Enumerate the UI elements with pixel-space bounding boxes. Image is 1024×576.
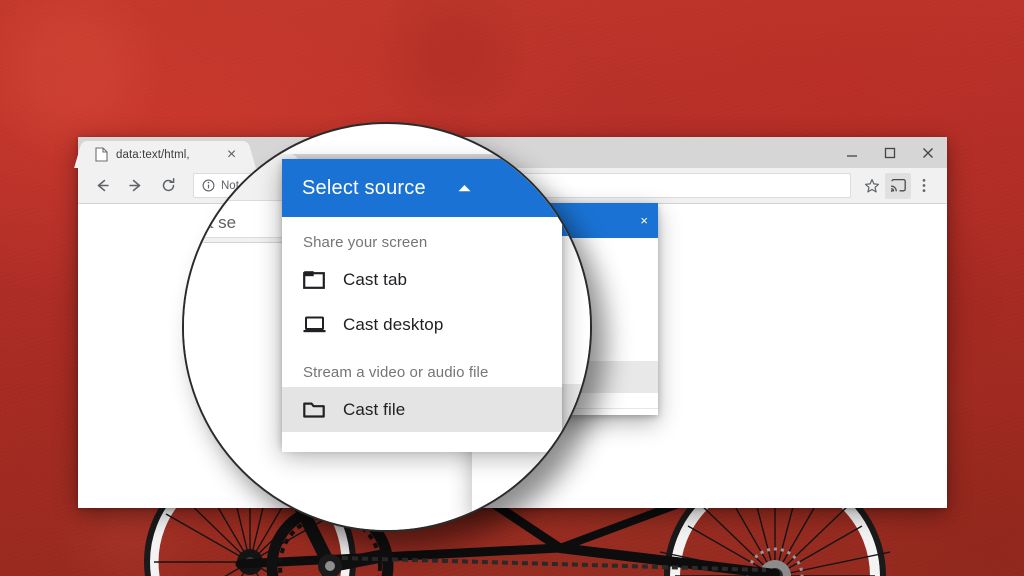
select-source-title: Select source xyxy=(302,176,426,199)
forward-arrow-icon xyxy=(128,179,140,192)
minimize-button[interactable] xyxy=(833,137,871,168)
magnifier-content: ml, × xyxy=(184,124,590,530)
star-icon xyxy=(864,178,880,192)
page-icon xyxy=(95,147,108,162)
section-label-share-your-screen: Share your screen xyxy=(303,234,428,251)
magnifier-lens: ml, × xyxy=(182,122,592,532)
menu-item-label: Cast desktop xyxy=(343,314,444,334)
maximize-icon xyxy=(884,147,896,158)
close-window-button[interactable] xyxy=(909,137,947,168)
reload-icon xyxy=(162,178,174,192)
laptop-icon xyxy=(303,315,329,334)
zoomed-tab-close-icon[interactable]: × xyxy=(206,162,217,184)
minimize-icon xyxy=(847,154,857,157)
cast-button[interactable] xyxy=(885,172,911,199)
menu-item-cast-desktop[interactable]: Cast desktop xyxy=(282,302,562,347)
tab-icon xyxy=(303,270,329,289)
maximize-button[interactable] xyxy=(871,137,909,168)
window-controls xyxy=(833,137,947,168)
screenshot-root: data:text/html, × × Not se Select source… xyxy=(0,0,1024,576)
section-label-stream-file: Stream a video or audio file xyxy=(303,364,489,381)
select-source-header[interactable]: Select source xyxy=(282,159,562,217)
caret-up-icon[interactable] xyxy=(456,182,473,194)
three-dot-icon xyxy=(922,179,926,192)
zoomed-browser-tab[interactable] xyxy=(184,154,284,194)
bookmark-star-button[interactable] xyxy=(859,173,885,199)
zoomed-security-label: Not se xyxy=(187,213,237,232)
cast-icon xyxy=(890,178,906,192)
select-source-menu: Select source Share your screen Cast tab… xyxy=(282,159,562,452)
select-source-menu-footer xyxy=(282,432,562,452)
cast-dialog-close-icon[interactable]: × xyxy=(640,203,648,238)
back-button[interactable] xyxy=(88,172,116,200)
forward-button[interactable] xyxy=(121,172,149,200)
menu-item-cast-file[interactable]: Cast file xyxy=(282,387,562,432)
close-icon xyxy=(923,147,933,158)
back-arrow-icon xyxy=(97,179,109,192)
browser-menu-button[interactable] xyxy=(911,173,937,199)
folder-icon xyxy=(303,400,329,419)
menu-item-cast-tab[interactable]: Cast tab xyxy=(282,257,562,302)
reload-button[interactable] xyxy=(154,172,182,200)
menu-item-label: Cast tab xyxy=(343,269,408,289)
menu-item-label: Cast file xyxy=(343,399,406,419)
